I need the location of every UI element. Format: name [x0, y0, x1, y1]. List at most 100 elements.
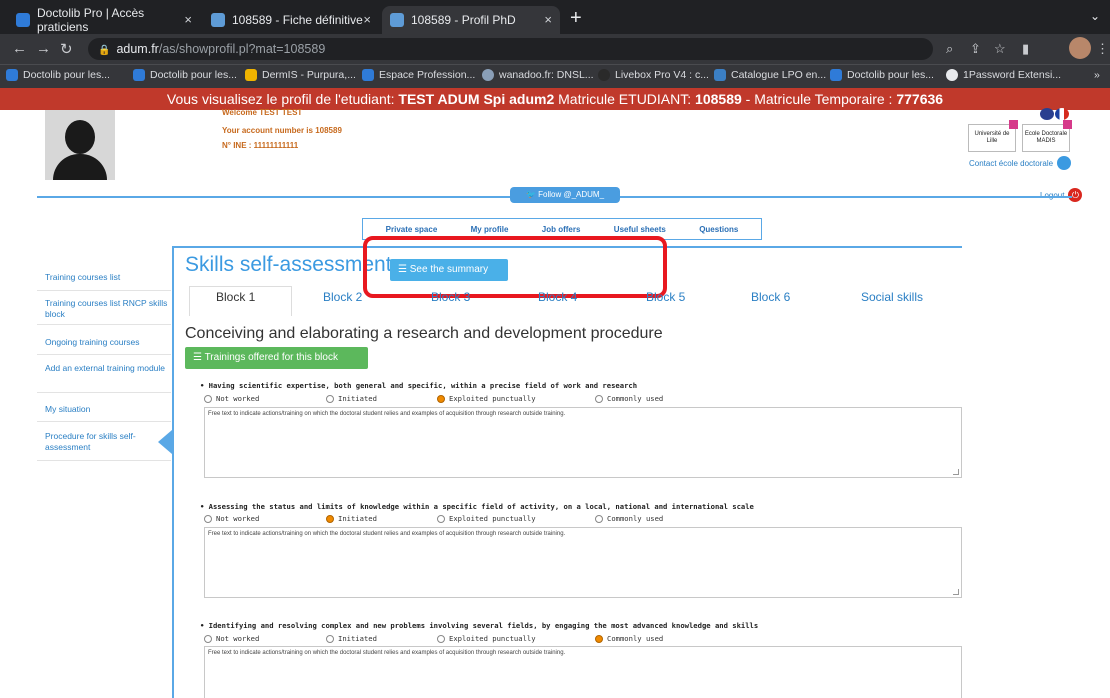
- radio-initiated[interactable]: Initiated: [326, 514, 377, 523]
- sidebar-item-procedure[interactable]: Procedure for skills self-assessment: [37, 431, 171, 461]
- nav-questions[interactable]: Questions: [699, 225, 738, 234]
- forward-icon[interactable]: →: [36, 40, 51, 57]
- free-text-area-3[interactable]: Free text to indicate actions/training o…: [204, 646, 962, 698]
- nav-useful-sheets[interactable]: Useful sheets: [614, 225, 666, 234]
- radio-dot-icon: [326, 514, 334, 523]
- radio-dot-icon: [326, 634, 334, 643]
- zoom-icon[interactable]: ⌕: [946, 41, 953, 57]
- tab-block-4[interactable]: Block 4: [538, 290, 577, 304]
- lpo-icon: [714, 69, 726, 81]
- tab-block-1[interactable]: Block 1: [216, 290, 255, 304]
- doctolib-icon: [362, 69, 374, 81]
- radio-not-worked[interactable]: Not worked: [204, 394, 259, 403]
- profile-avatar[interactable]: [1069, 37, 1091, 59]
- browser-tab-fiche[interactable]: 108589 - Fiche définitive ×: [203, 6, 379, 34]
- doctolib-icon: [6, 69, 18, 81]
- radio-dot-icon: [595, 394, 603, 403]
- sidebar-item-situation[interactable]: My situation: [37, 404, 171, 422]
- tab-block-6[interactable]: Block 6: [751, 290, 790, 304]
- doctolib-icon: [830, 69, 842, 81]
- bookmark-item[interactable]: 1Password Extensi...: [946, 69, 1061, 81]
- doctolib-icon: [133, 69, 145, 81]
- bookmark-item[interactable]: Espace Profession...: [362, 69, 475, 81]
- bookmark-item[interactable]: Catalogue LPO en...: [714, 69, 826, 81]
- tab-search-icon[interactable]: ⌄: [1090, 9, 1100, 23]
- bookmark-item[interactable]: Doctolib pour les...: [830, 69, 934, 81]
- free-text-area-2[interactable]: Free text to indicate actions/training o…: [204, 527, 962, 598]
- doctolib-icon: [16, 13, 30, 27]
- sidebar-item-rncp[interactable]: Training courses list RNCP skills block: [37, 298, 171, 325]
- radio-exploited-punctually[interactable]: Exploited punctually: [437, 514, 536, 523]
- menu-icon[interactable]: ⋮: [1096, 41, 1109, 57]
- page-title: Skills self-assessment: [185, 253, 392, 276]
- radio-initiated[interactable]: Initiated: [326, 634, 377, 643]
- ine-number: N° INE : 11111111111: [222, 141, 299, 150]
- radio-commonly-used[interactable]: Commonly used: [595, 394, 663, 403]
- bookmark-item[interactable]: Doctolib pour les...: [133, 69, 237, 81]
- tab-block-3[interactable]: Block 3: [431, 290, 470, 304]
- radio-dot-icon: [326, 394, 334, 403]
- radio-dot-icon: [595, 634, 603, 643]
- adum-icon: [211, 13, 225, 27]
- radio-commonly-used[interactable]: Commonly used: [595, 514, 663, 523]
- list-icon: ☰: [193, 352, 205, 363]
- radio-dot-icon: [437, 634, 445, 643]
- logout-link[interactable]: Logout ⏻: [1040, 188, 1083, 202]
- globe-icon: [482, 69, 494, 81]
- star-icon[interactable]: ☆: [994, 41, 1006, 57]
- share-icon[interactable]: ⇪: [970, 41, 981, 57]
- power-icon: ⏻: [1068, 188, 1083, 202]
- browser-tab-profil[interactable]: 108589 - Profil PhD ×: [382, 6, 560, 34]
- radio-exploited-punctually[interactable]: Exploited punctually: [437, 394, 536, 403]
- radio-dot-icon: [437, 394, 445, 403]
- radio-dot-icon: [437, 514, 445, 523]
- tab-block-2[interactable]: Block 2: [323, 290, 362, 304]
- resize-handle[interactable]: [953, 469, 959, 475]
- tab-block-5[interactable]: Block 5: [646, 290, 685, 304]
- resize-handle[interactable]: [953, 589, 959, 595]
- language-flags: [1040, 108, 1072, 120]
- contact-link[interactable]: Contact école doctorale: [969, 156, 1072, 170]
- nav-job-offers[interactable]: Job offers: [542, 225, 581, 234]
- globe-icon: [598, 69, 610, 81]
- trainings-offered-button[interactable]: ☰ Trainings offered for this block: [185, 347, 368, 369]
- nav-my-profile[interactable]: My profile: [471, 225, 509, 234]
- nav-private-space[interactable]: Private space: [386, 225, 438, 234]
- lock-icon: 🔒: [98, 45, 111, 56]
- close-icon[interactable]: ×: [363, 12, 371, 27]
- browser-tab-bar: Doctolib Pro | Accès praticiens × 108589…: [0, 0, 1110, 34]
- radio-exploited-punctually[interactable]: Exploited punctually: [437, 634, 536, 643]
- active-indicator: [158, 430, 172, 454]
- bookmarks-overflow-icon[interactable]: »: [1094, 69, 1100, 81]
- welcome-text: Welcome TEST TEST: [222, 108, 303, 117]
- tab-social-skills[interactable]: Social skills: [861, 290, 923, 304]
- address-bar: ← → ↻ 🔒 adum.fr/as/showprofil.pl?mat=1085…: [0, 34, 1110, 64]
- radio-not-worked[interactable]: Not worked: [204, 514, 259, 523]
- radio-not-worked[interactable]: Not worked: [204, 634, 259, 643]
- follow-twitter-button[interactable]: 🐦 Follow @_ADUM_: [510, 187, 620, 203]
- close-icon[interactable]: ×: [184, 12, 192, 27]
- student-profile-banner: Vous visualisez le profil de l'etudiant:…: [0, 88, 1110, 110]
- uk-flag-icon[interactable]: [1040, 108, 1054, 120]
- bookmark-item[interactable]: DermIS - Purpura,...: [245, 69, 356, 81]
- bookmark-item[interactable]: Livebox Pro V4 : c...: [598, 69, 709, 81]
- url-field[interactable]: 🔒 adum.fr/as/showprofil.pl?mat=108589: [88, 38, 933, 60]
- reload-icon[interactable]: ↻: [60, 40, 73, 58]
- bookmarks-bar: Doctolib pour les... Doctolib pour les..…: [0, 64, 1110, 88]
- browser-tab-doctolib[interactable]: Doctolib Pro | Accès praticiens ×: [8, 6, 200, 34]
- bookmark-item[interactable]: wanadoo.fr: DNSL...: [482, 69, 594, 81]
- external-link-icon: [1063, 120, 1072, 129]
- sidepanel-icon[interactable]: ▮: [1022, 41, 1029, 57]
- radio-initiated[interactable]: Initiated: [326, 394, 377, 403]
- new-tab-button[interactable]: +: [570, 7, 582, 30]
- sidebar-item-external[interactable]: Add an external training module: [37, 363, 171, 393]
- fr-flag-icon[interactable]: [1055, 108, 1069, 120]
- close-icon[interactable]: ×: [544, 12, 552, 27]
- back-icon[interactable]: ←: [12, 40, 27, 57]
- radio-commonly-used[interactable]: Commonly used: [595, 634, 663, 643]
- sidebar-item-training-list[interactable]: Training courses list: [37, 272, 171, 291]
- sidebar-item-ongoing[interactable]: Ongoing training courses: [37, 337, 171, 355]
- radio-dot-icon: [204, 394, 212, 403]
- bookmark-item[interactable]: Doctolib pour les...: [6, 69, 110, 81]
- free-text-area-1[interactable]: Free text to indicate actions/training o…: [204, 407, 962, 478]
